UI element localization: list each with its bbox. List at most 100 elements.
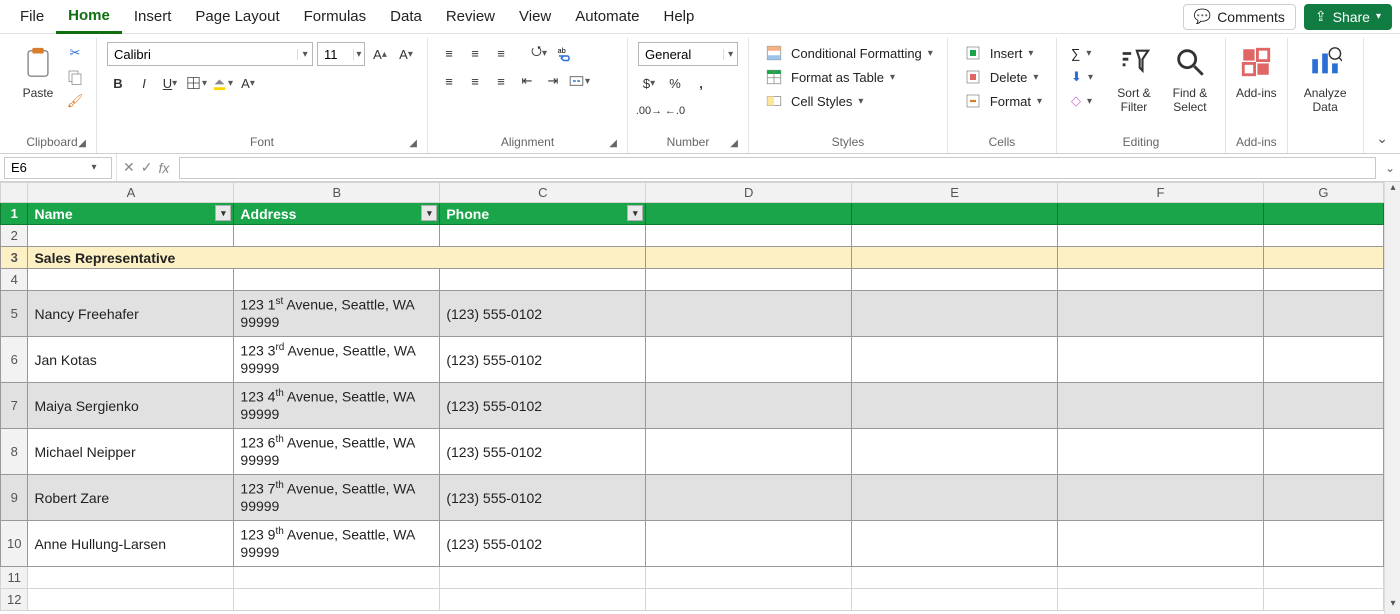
cell[interactable] [234, 225, 440, 247]
cancel-formula-button[interactable]: ✕ [123, 159, 135, 176]
row-header[interactable]: 1 [1, 203, 28, 225]
clipboard-launcher[interactable]: ◢ [78, 138, 86, 149]
format-painter-button[interactable]: 🖌 [64, 90, 86, 112]
cell[interactable] [28, 567, 234, 589]
share-button[interactable]: ⇪ Share ▾ [1304, 4, 1392, 30]
cell[interactable] [852, 291, 1058, 337]
cell[interactable]: 123 4th Avenue, Seattle, WA 99999 [234, 383, 440, 429]
cell[interactable] [1263, 247, 1383, 269]
cell[interactable] [1058, 203, 1264, 225]
cell[interactable] [440, 225, 646, 247]
row-header[interactable]: 11 [1, 567, 28, 589]
spreadsheet-grid[interactable]: ABCDEFG 1Name▾Address▾Phone▾23Sales Repr… [0, 182, 1384, 614]
increase-indent-button[interactable]: ⇥ [542, 70, 564, 92]
cell[interactable] [1263, 337, 1383, 383]
cell[interactable] [1263, 589, 1383, 611]
decrease-font-button[interactable]: A▾ [395, 43, 417, 65]
filter-dropdown-icon[interactable]: ▾ [421, 205, 437, 221]
cell[interactable]: Anne Hullung-Larsen [28, 521, 234, 567]
font-name-input[interactable] [108, 47, 297, 62]
cell[interactable] [646, 429, 852, 475]
tab-home[interactable]: Home [56, 0, 122, 34]
tab-data[interactable]: Data [378, 0, 434, 34]
cell[interactable] [234, 567, 440, 589]
formula-input[interactable] [180, 158, 1375, 178]
cell[interactable] [646, 247, 852, 269]
tab-automate[interactable]: Automate [563, 0, 651, 34]
cell[interactable] [28, 589, 234, 611]
vertical-scrollbar[interactable]: ▴ ▾ [1384, 182, 1400, 614]
cell[interactable] [646, 521, 852, 567]
tab-review[interactable]: Review [434, 0, 507, 34]
cell[interactable] [852, 337, 1058, 383]
column-header[interactable]: C [440, 183, 646, 203]
cell[interactable] [1263, 475, 1383, 521]
cell[interactable] [1263, 203, 1383, 225]
cell[interactable] [440, 589, 646, 611]
increase-font-button[interactable]: A▴ [369, 43, 391, 65]
row-header[interactable]: 8 [1, 429, 28, 475]
number-format-input[interactable] [639, 47, 723, 62]
cell[interactable] [852, 225, 1058, 247]
cell[interactable] [1058, 429, 1264, 475]
ribbon-collapse-button[interactable]: ⌄ [1376, 130, 1388, 147]
tab-formulas[interactable]: Formulas [292, 0, 379, 34]
select-all-corner[interactable] [1, 183, 28, 203]
align-left-button[interactable]: ≡ [438, 70, 460, 92]
align-top-button[interactable]: ≡ [438, 42, 460, 64]
row-header[interactable]: 5 [1, 291, 28, 337]
insert-cells-button[interactable]: Insert▾ [958, 42, 1046, 64]
column-header[interactable]: G [1263, 183, 1383, 203]
cell[interactable]: 123 9th Avenue, Seattle, WA 99999 [234, 521, 440, 567]
cell[interactable]: (123) 555-0102 [440, 521, 646, 567]
orientation-button[interactable]: ⭯▾ [528, 42, 550, 64]
cut-button[interactable]: ✂ [64, 42, 86, 64]
tab-page-layout[interactable]: Page Layout [183, 0, 291, 34]
copy-button[interactable] [64, 66, 86, 88]
chevron-down-icon[interactable]: ▾ [85, 162, 103, 173]
autosum-button[interactable]: ∑▾ [1067, 42, 1097, 64]
section-header-cell[interactable]: Sales Representative [28, 247, 646, 269]
cell[interactable] [28, 225, 234, 247]
column-header[interactable]: A [28, 183, 234, 203]
filter-dropdown-icon[interactable]: ▾ [627, 205, 643, 221]
decrease-decimal-button[interactable]: ←.0 [664, 100, 686, 122]
cell[interactable] [1263, 521, 1383, 567]
bold-button[interactable]: B [107, 72, 129, 94]
cell[interactable] [852, 269, 1058, 291]
cell[interactable]: Maiya Sergienko [28, 383, 234, 429]
cell[interactable] [28, 269, 234, 291]
cell[interactable]: Michael Neipper [28, 429, 234, 475]
font-size-select[interactable]: ▾ [317, 42, 365, 66]
cell[interactable] [1058, 567, 1264, 589]
cell[interactable]: 123 3rd Avenue, Seattle, WA 99999 [234, 337, 440, 383]
cell-styles-button[interactable]: Cell Styles▾ [759, 90, 937, 112]
merge-center-button[interactable]: ▾ [568, 70, 590, 92]
analyze-data-button[interactable] [1305, 42, 1345, 82]
cell[interactable] [234, 269, 440, 291]
cell[interactable] [646, 567, 852, 589]
cell[interactable] [1263, 383, 1383, 429]
column-header[interactable]: B [234, 183, 440, 203]
align-center-button[interactable]: ≡ [464, 70, 486, 92]
name-box[interactable]: ▾ [4, 157, 112, 179]
chevron-down-icon[interactable]: ▾ [353, 49, 364, 60]
cell[interactable] [440, 567, 646, 589]
row-header[interactable]: 6 [1, 337, 28, 383]
column-header[interactable]: D [646, 183, 852, 203]
cell[interactable] [1058, 291, 1264, 337]
cell[interactable] [1263, 567, 1383, 589]
table-header-cell[interactable]: Phone▾ [440, 203, 646, 225]
cell[interactable] [646, 225, 852, 247]
cell[interactable] [1058, 225, 1264, 247]
row-header[interactable]: 10 [1, 521, 28, 567]
cell[interactable] [852, 475, 1058, 521]
cell[interactable] [1058, 247, 1264, 269]
cell[interactable] [1058, 589, 1264, 611]
cell[interactable] [852, 521, 1058, 567]
expand-formula-bar-button[interactable]: ⌄ [1380, 161, 1400, 175]
cell[interactable]: Jan Kotas [28, 337, 234, 383]
font-name-select[interactable]: ▾ [107, 42, 313, 66]
cell[interactable] [646, 269, 852, 291]
cell[interactable] [646, 291, 852, 337]
